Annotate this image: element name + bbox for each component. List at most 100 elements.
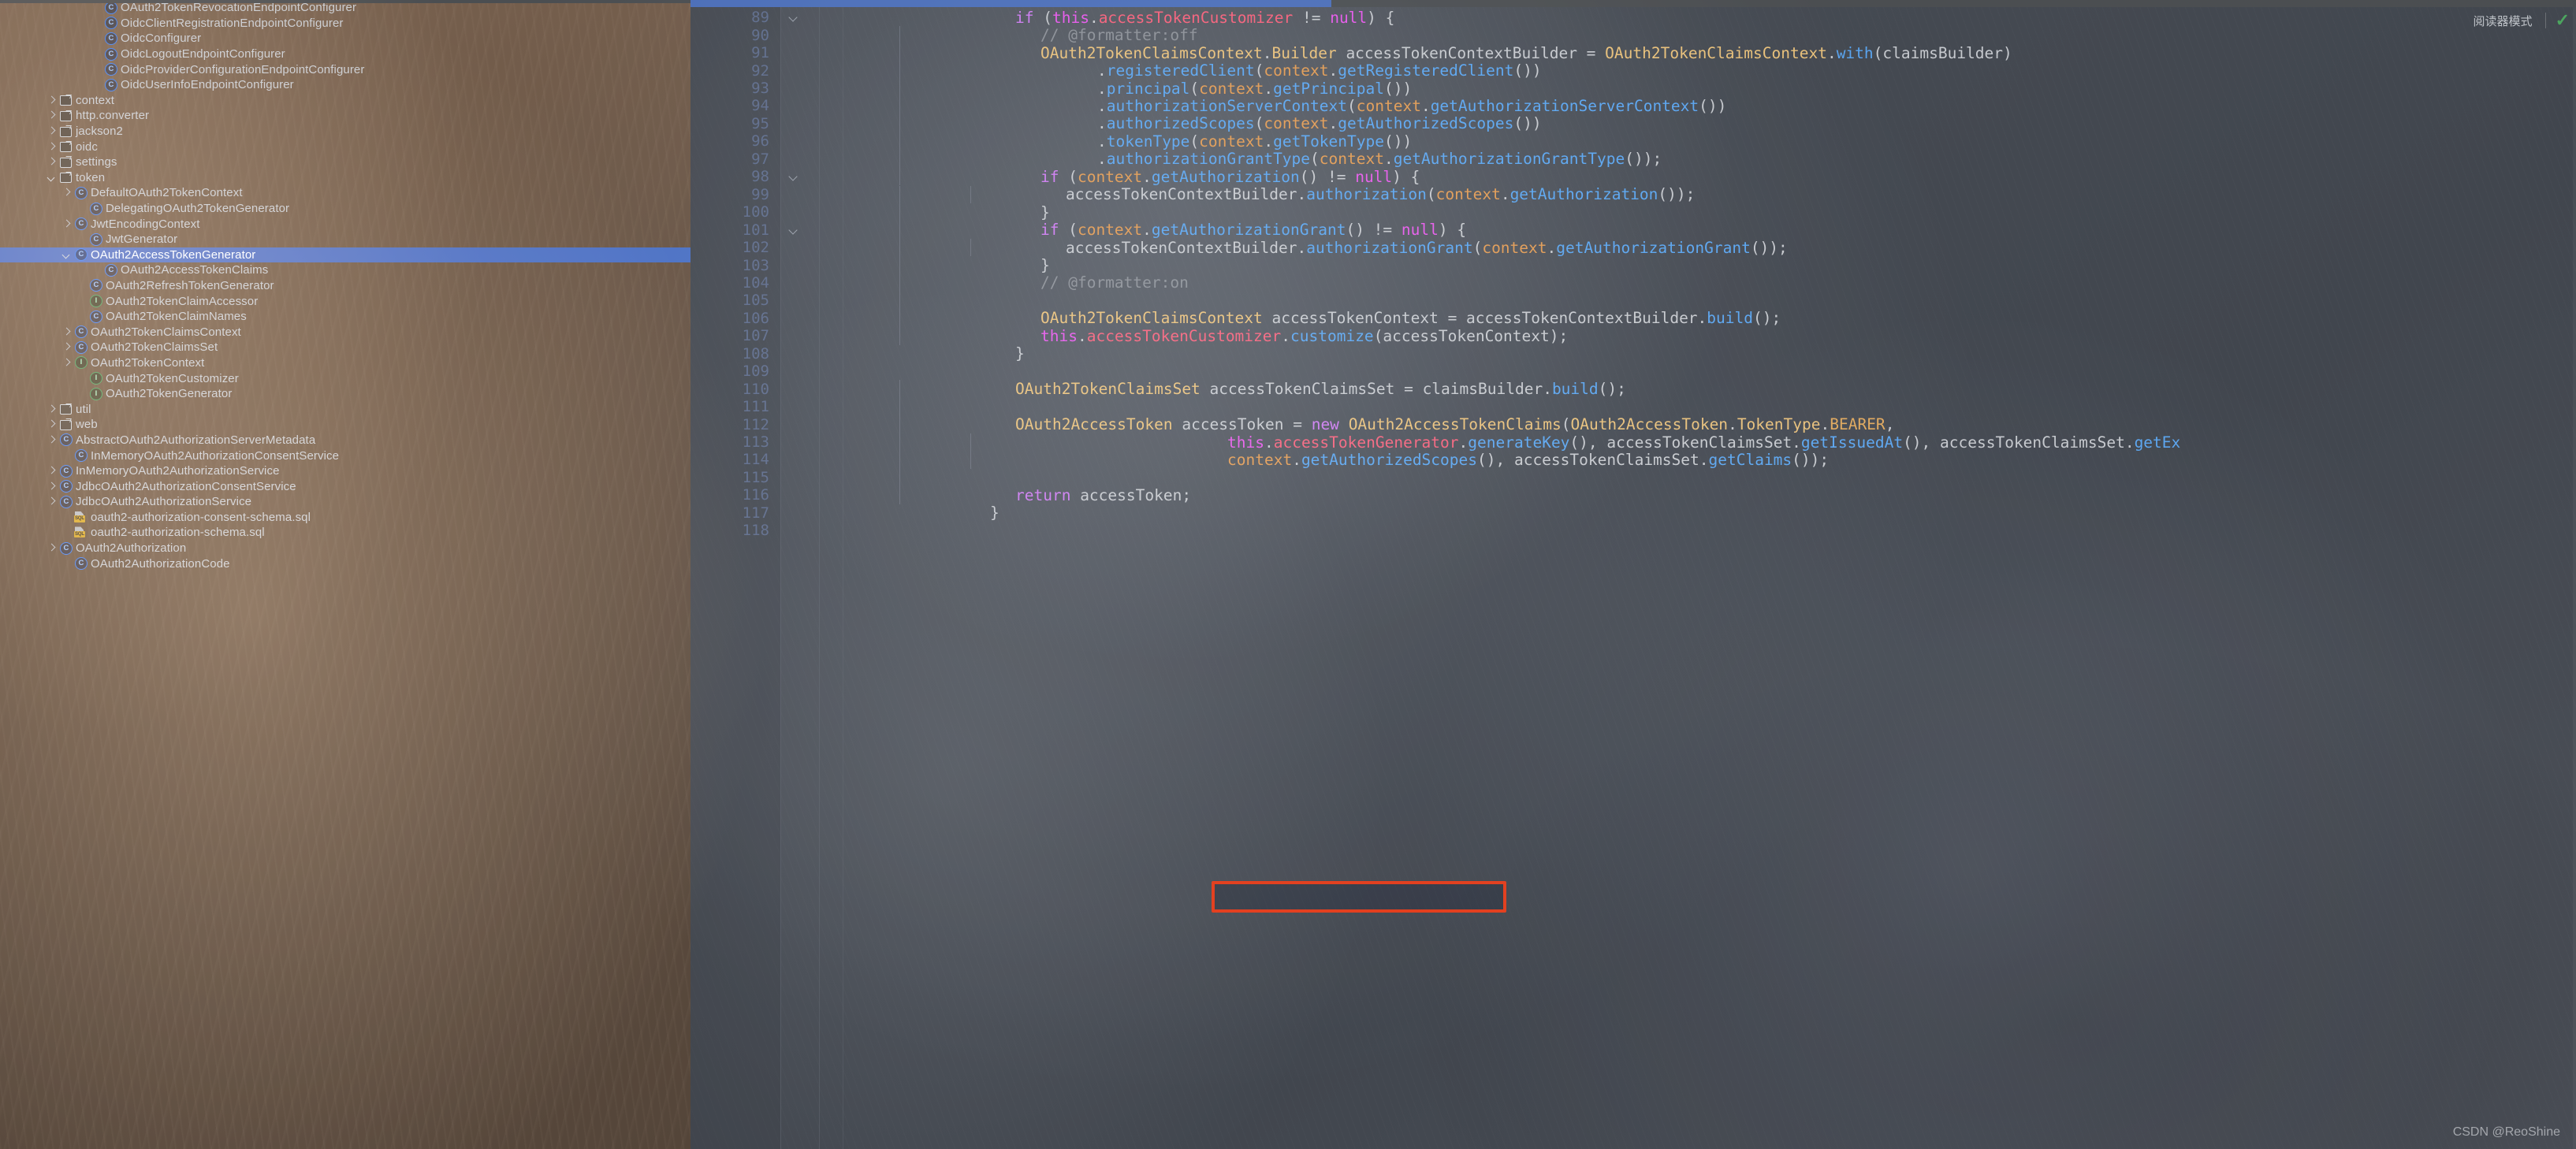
code-line[interactable]: 92 .registeredClient(context.getRegistere… xyxy=(691,61,2576,80)
code-line[interactable]: 101 if (context.getAuthorizationGrant() !… xyxy=(691,221,2576,239)
code-line[interactable]: 94 .authorizationServerContext(context.ge… xyxy=(691,97,2576,115)
tree-item[interactable]: token xyxy=(0,170,691,186)
code-line[interactable]: 111 xyxy=(691,397,2576,416)
code-token: ( xyxy=(1189,132,1200,151)
tree-item[interactable]: OAuth2TokenCustomizer xyxy=(0,370,691,386)
code-line[interactable]: 93 .principal(context.getPrincipal()) xyxy=(691,80,2576,98)
code-line[interactable]: 118 xyxy=(691,522,2576,539)
tree-item[interactable]: OAuth2TokenClaimAccessor xyxy=(0,293,691,309)
code-line[interactable]: 89 if (this.accessTokenCustomizer != null… xyxy=(691,9,2576,27)
tree-item[interactable]: http.converter xyxy=(0,108,691,124)
tree-item[interactable]: oauth2-authorization-consent-schema.sql xyxy=(0,510,691,526)
code-line[interactable]: 99 accessTokenContextBuilder.authorizatio… xyxy=(691,185,2576,203)
code-line[interactable]: 113 this.accessTokenGenerator.generateKey… xyxy=(691,433,2576,452)
code-line[interactable]: 109 xyxy=(691,363,2576,380)
code-content[interactable]: 89 if (this.accessTokenCustomizer != null… xyxy=(691,0,2576,1149)
tree-item[interactable]: util xyxy=(0,401,691,417)
code-line[interactable]: 107 this.accessTokenCustomizer.customize(… xyxy=(691,327,2576,345)
chevron-right-icon[interactable] xyxy=(46,403,58,415)
code-line[interactable]: 114 context.getAuthorizedScopes(), access… xyxy=(691,451,2576,469)
tree-item[interactable]: OAuth2AuthorizationCode xyxy=(0,556,691,571)
tree-item[interactable]: OidcClientRegistrationEndpointConfigurer xyxy=(0,16,691,32)
tree-item[interactable]: JwtEncodingContext xyxy=(0,216,691,232)
code-line-text: } xyxy=(1015,344,1025,363)
chevron-right-icon[interactable] xyxy=(46,140,58,153)
tree-item[interactable]: OAuth2RefreshTokenGenerator xyxy=(0,278,691,294)
tree-item[interactable]: OAuth2TokenClaimNames xyxy=(0,309,691,325)
tree-item[interactable]: AbstractOAuth2AuthorizationServerMetadat… xyxy=(0,433,691,448)
code-line[interactable]: 105 xyxy=(691,292,2576,310)
tree-item[interactable]: DelegatingOAuth2TokenGenerator xyxy=(0,201,691,217)
tree-item[interactable]: OAuth2AccessTokenGenerator xyxy=(0,247,691,263)
code-line[interactable]: 100} xyxy=(691,203,2576,221)
code-line[interactable]: 112 OAuth2AccessToken accessToken = new O… xyxy=(691,415,2576,433)
editor-tab-strip[interactable] xyxy=(691,0,2576,7)
tree-item[interactable]: OAuth2TokenClaimsSet xyxy=(0,340,691,355)
code-line[interactable]: 116 return accessToken; xyxy=(691,486,2576,504)
tree-item[interactable]: OAuth2Authorization xyxy=(0,541,691,556)
reader-mode-bar[interactable]: 阅读器模式 ✓ xyxy=(2474,7,2576,34)
chevron-down-icon[interactable] xyxy=(46,171,58,184)
tree-item[interactable]: InMemoryOAuth2AuthorizationConsentServic… xyxy=(0,448,691,463)
tree-item[interactable]: oauth2-authorization-schema.sql xyxy=(0,525,691,541)
code-line[interactable]: 108} xyxy=(691,344,2576,363)
chevron-right-icon[interactable] xyxy=(46,156,58,169)
code-line[interactable]: 110 OAuth2TokenClaimsSet accessTokenClaim… xyxy=(691,380,2576,398)
chevron-right-icon[interactable] xyxy=(61,341,73,354)
code-line[interactable]: 104 // @formatter:on xyxy=(691,273,2576,292)
code-editor[interactable]: 阅读器模式 ✓ 89 if (this.accessTokenCustomizer… xyxy=(691,0,2576,1149)
checkmark-icon[interactable]: ✓ xyxy=(2556,12,2570,29)
chevron-right-icon[interactable] xyxy=(61,218,73,230)
code-line[interactable]: 97 .authorizationGrantType(context.getAut… xyxy=(691,150,2576,168)
code-line[interactable]: 115 xyxy=(691,468,2576,487)
fold-chevron-icon[interactable] xyxy=(788,170,801,183)
code-line[interactable]: 117} xyxy=(691,504,2576,522)
chevron-right-icon[interactable] xyxy=(61,356,73,369)
project-tree[interactable]: OAuth2TokenRevocationEndpointConfigurerO… xyxy=(0,0,691,571)
tree-item[interactable]: OidcUserInfoEndpointConfigurer xyxy=(0,77,691,93)
code-line[interactable]: 90 // @formatter:off xyxy=(691,26,2576,44)
fold-chevron-icon[interactable] xyxy=(788,224,801,236)
line-number: 95 xyxy=(751,114,769,132)
code-line[interactable]: 102 accessTokenContextBuilder.authorizati… xyxy=(691,239,2576,257)
tree-item[interactable]: OAuth2TokenGenerator xyxy=(0,386,691,402)
chevron-down-icon[interactable] xyxy=(61,248,73,261)
code-line[interactable]: 91 OAuth2TokenClaimsContext.Builder acces… xyxy=(691,44,2576,62)
code-line[interactable]: 103} xyxy=(691,256,2576,274)
tree-item[interactable]: JdbcOAuth2AuthorizationService xyxy=(0,494,691,510)
project-tool-window[interactable]: OAuth2TokenRevocationEndpointConfigurerO… xyxy=(0,0,691,1149)
code-line[interactable]: 98 if (context.getAuthorization() != null… xyxy=(691,168,2576,186)
tree-item[interactable]: oidc xyxy=(0,139,691,154)
fold-chevron-icon[interactable] xyxy=(788,11,801,24)
chevron-right-icon[interactable] xyxy=(61,325,73,338)
tree-item[interactable]: InMemoryOAuth2AuthorizationService xyxy=(0,463,691,479)
editor-scrollbar[interactable] xyxy=(2573,7,2576,1149)
tree-item[interactable]: OAuth2TokenClaimsContext xyxy=(0,324,691,340)
tree-item[interactable]: settings xyxy=(0,154,691,170)
tree-item[interactable]: OAuth2TokenContext xyxy=(0,355,691,371)
tree-item[interactable]: jackson2 xyxy=(0,124,691,139)
chevron-right-icon[interactable] xyxy=(46,125,58,138)
chevron-right-icon[interactable] xyxy=(46,465,58,478)
chevron-right-icon[interactable] xyxy=(46,433,58,446)
chevron-right-icon[interactable] xyxy=(46,418,58,431)
chevron-right-icon[interactable] xyxy=(46,480,58,493)
chevron-right-icon[interactable] xyxy=(46,110,58,122)
tree-item[interactable]: JwtGenerator xyxy=(0,232,691,247)
code-line[interactable]: 96 .tokenType(context.getTokenType()) xyxy=(691,132,2576,151)
tree-item[interactable]: JdbcOAuth2AuthorizationConsentService xyxy=(0,478,691,494)
active-tab-indicator[interactable] xyxy=(691,0,1331,7)
chevron-right-icon[interactable] xyxy=(46,496,58,508)
tree-item[interactable]: context xyxy=(0,93,691,109)
tree-item[interactable]: OAuth2AccessTokenClaims xyxy=(0,262,691,278)
chevron-right-icon[interactable] xyxy=(61,187,73,199)
tree-item[interactable]: DefaultOAuth2TokenContext xyxy=(0,185,691,201)
tree-item[interactable]: web xyxy=(0,417,691,433)
tree-item[interactable]: OidcProviderConfigurationEndpointConfigu… xyxy=(0,61,691,77)
tree-item[interactable]: OidcConfigurer xyxy=(0,31,691,46)
code-line[interactable]: 95 .authorizedScopes(context.getAuthorize… xyxy=(691,114,2576,132)
tree-item[interactable]: OidcLogoutEndpointConfigurer xyxy=(0,46,691,62)
chevron-right-icon[interactable] xyxy=(46,94,58,106)
chevron-right-icon[interactable] xyxy=(46,542,58,555)
code-line[interactable]: 106 OAuth2TokenClaimsContext accessTokenC… xyxy=(691,309,2576,327)
